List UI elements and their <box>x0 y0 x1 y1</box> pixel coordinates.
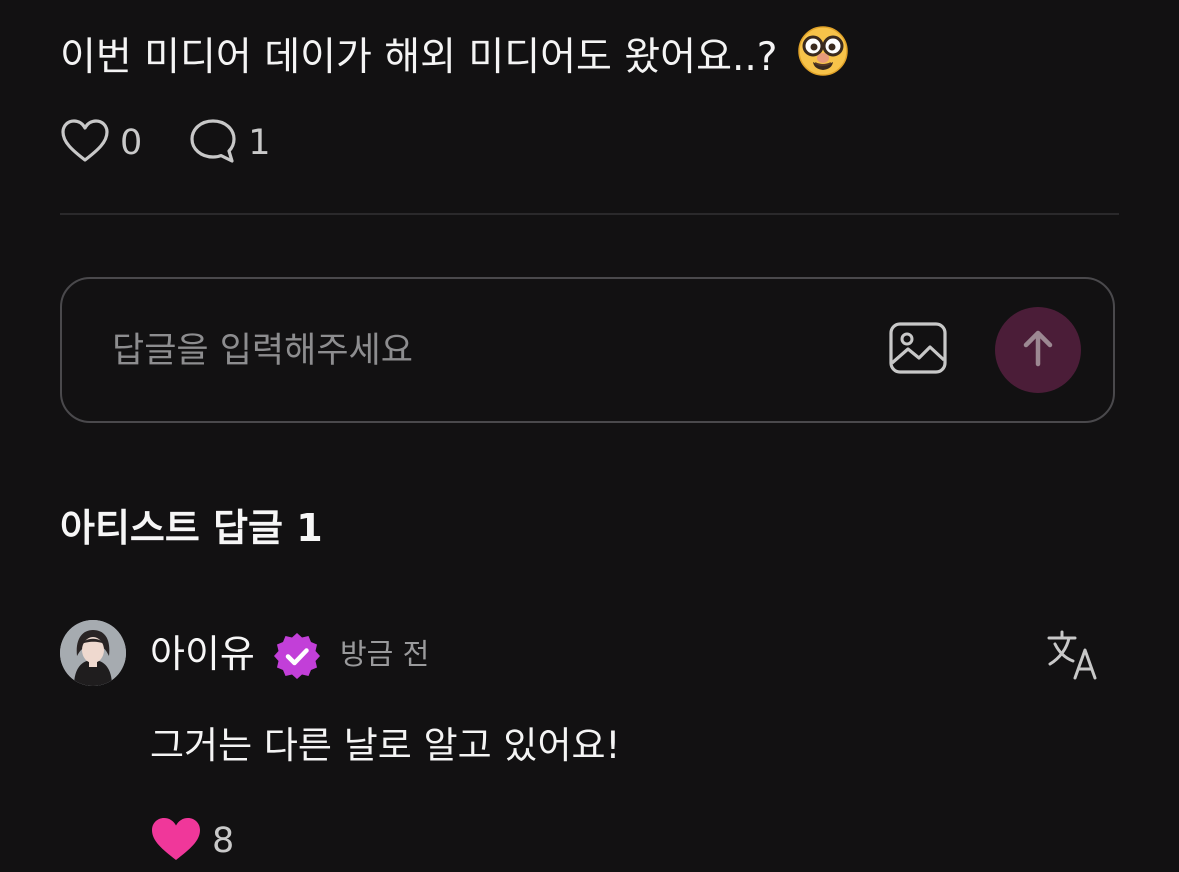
post-actions: 0 1 <box>60 118 271 168</box>
post-like-button[interactable]: 0 <box>60 118 142 168</box>
heart-outline-icon <box>60 118 110 168</box>
speech-bubble-icon <box>188 117 238 169</box>
post-comment-count: 1 <box>248 123 271 163</box>
post-detail-page: 이번 미디어 데이가 해외 미디어도 왔어요..? 0 1 답글을 입력해주세요… <box>0 0 1179 872</box>
comment-like-count: 8 <box>212 821 235 861</box>
attach-image-button[interactable] <box>888 321 948 377</box>
reply-box <box>60 277 1115 423</box>
comment-time: 방금 전 <box>340 637 430 671</box>
post-body: 이번 미디어 데이가 해외 미디어도 왔어요..? <box>60 24 850 92</box>
translate-button[interactable] <box>1045 628 1101 682</box>
avatar[interactable] <box>60 620 126 686</box>
comment-text: 그거는 다른 날로 알고 있어요! <box>150 724 621 767</box>
image-icon <box>888 322 948 381</box>
comment-author[interactable]: 아이유 <box>150 628 255 680</box>
heart-filled-icon <box>150 816 202 866</box>
send-button[interactable] <box>995 307 1081 393</box>
nerd-glasses-emoji-icon <box>796 24 850 92</box>
artist-replies-title: 아티스트 답글 1 <box>60 506 323 550</box>
post-like-count: 0 <box>120 123 143 163</box>
translate-icon <box>1045 630 1101 686</box>
comment-like-button[interactable]: 8 <box>150 816 234 866</box>
arrow-up-icon <box>1018 328 1058 372</box>
divider <box>60 213 1119 215</box>
post-comment-button[interactable]: 1 <box>188 117 271 169</box>
post-text: 이번 미디어 데이가 해외 미디어도 왔어요..? <box>60 35 778 80</box>
verified-badge-icon <box>271 630 323 682</box>
reply-input[interactable] <box>112 325 852 377</box>
